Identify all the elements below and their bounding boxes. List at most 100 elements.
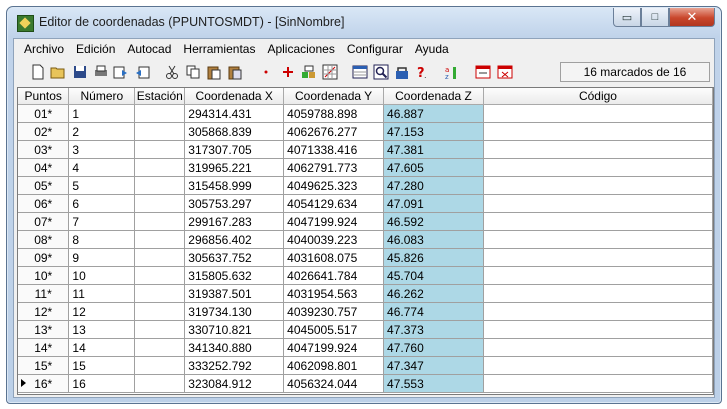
- table-row[interactable]: 02* 2 305868.839 4062676.277 47.153: [18, 122, 713, 141]
- coord-x-cell[interactable]: 319734.130: [184, 302, 285, 321]
- coord-z-cell[interactable]: 46.887: [383, 104, 484, 123]
- coord-x-cell[interactable]: 299167.283: [184, 212, 285, 231]
- estacion-cell[interactable]: [134, 158, 186, 177]
- codigo-cell[interactable]: [483, 122, 713, 141]
- coord-y-cell[interactable]: 4031608.075: [283, 248, 385, 267]
- row-header[interactable]: 02*: [18, 122, 70, 141]
- row-header[interactable]: 13*: [18, 320, 70, 339]
- estacion-cell[interactable]: [134, 104, 186, 123]
- print-icon[interactable]: [93, 64, 109, 80]
- codigo-cell[interactable]: [483, 104, 713, 123]
- coord-y-cell[interactable]: 4026641.784: [283, 266, 385, 285]
- import-icon[interactable]: [134, 64, 150, 80]
- numero-cell[interactable]: 15: [68, 356, 136, 375]
- unmark-icon[interactable]: [497, 64, 513, 80]
- zoom-icon[interactable]: [373, 64, 389, 80]
- header-estacion[interactable]: Estación: [134, 88, 186, 105]
- codigo-cell[interactable]: [483, 374, 713, 393]
- table-row[interactable]: 15* 15 333252.792 4062098.801 47.347: [18, 356, 713, 375]
- codigo-cell[interactable]: [483, 194, 713, 213]
- numero-cell[interactable]: 12: [68, 302, 136, 321]
- menu-ayuda[interactable]: Ayuda: [409, 39, 455, 59]
- codigo-cell[interactable]: [483, 176, 713, 195]
- codigo-cell[interactable]: [483, 266, 713, 285]
- coord-x-cell[interactable]: 333252.792: [184, 356, 285, 375]
- coord-z-cell[interactable]: 46.592: [383, 212, 484, 231]
- estacion-cell[interactable]: [134, 374, 186, 393]
- close-button[interactable]: ✕: [669, 8, 715, 27]
- paste-icon[interactable]: [206, 64, 222, 80]
- numero-cell[interactable]: 14: [68, 338, 136, 357]
- coord-y-cell[interactable]: 4062676.277: [283, 122, 385, 141]
- minimize-button[interactable]: ▭: [613, 8, 641, 27]
- coord-y-cell[interactable]: 4049625.323: [283, 176, 385, 195]
- numero-cell[interactable]: 4: [68, 158, 136, 177]
- coord-z-cell[interactable]: 46.774: [383, 302, 484, 321]
- paste-special-icon[interactable]: [227, 64, 243, 80]
- row-header[interactable]: 05*: [18, 176, 70, 195]
- coord-z-cell[interactable]: 47.760: [383, 338, 484, 357]
- table-row[interactable]: 14* 14 341340.880 4047199.924 47.760: [18, 338, 713, 357]
- point-icon[interactable]: [258, 64, 274, 80]
- table-row[interactable]: 13* 13 330710.821 4045005.517 47.373: [18, 320, 713, 339]
- numero-cell[interactable]: 10: [68, 266, 136, 285]
- row-header[interactable]: 11*: [18, 284, 70, 303]
- numero-cell[interactable]: 7: [68, 212, 136, 231]
- header-coordenada-y[interactable]: Coordenada Y: [283, 88, 385, 105]
- coord-y-cell[interactable]: 4045005.517: [283, 320, 385, 339]
- menu-autocad[interactable]: Autocad: [121, 39, 177, 59]
- estacion-cell[interactable]: [134, 248, 186, 267]
- estacion-cell[interactable]: [134, 338, 186, 357]
- header-coordenada-x[interactable]: Coordenada X: [184, 88, 285, 105]
- coord-z-cell[interactable]: 47.347: [383, 356, 484, 375]
- numero-cell[interactable]: 2: [68, 122, 136, 141]
- menu-edicion[interactable]: Edición: [70, 39, 121, 59]
- table-row[interactable]: 08* 8 296856.402 4040039.223 46.083: [18, 230, 713, 249]
- row-header[interactable]: 15*: [18, 356, 70, 375]
- row-header[interactable]: 06*: [18, 194, 70, 213]
- table-row[interactable]: 07* 7 299167.283 4047199.924 46.592: [18, 212, 713, 231]
- header-puntos[interactable]: Puntos: [18, 88, 70, 105]
- coord-x-cell[interactable]: 305637.752: [184, 248, 285, 267]
- table-row[interactable]: 03* 3 317307.705 4071338.416 47.381: [18, 140, 713, 159]
- row-header[interactable]: 01*: [18, 104, 70, 123]
- coord-x-cell[interactable]: 330710.821: [184, 320, 285, 339]
- table-row[interactable]: 09* 9 305637.752 4031608.075 45.826: [18, 248, 713, 267]
- codigo-cell[interactable]: [483, 230, 713, 249]
- coord-y-cell[interactable]: 4039230.757: [283, 302, 385, 321]
- numero-cell[interactable]: 9: [68, 248, 136, 267]
- coord-y-cell[interactable]: 4031954.563: [283, 284, 385, 303]
- estacion-cell[interactable]: [134, 122, 186, 141]
- row-header[interactable]: 03*: [18, 140, 70, 159]
- coord-y-cell[interactable]: 4056324.044: [283, 374, 385, 393]
- save-icon[interactable]: [72, 64, 88, 80]
- header-codigo[interactable]: Código: [483, 88, 713, 105]
- codigo-cell[interactable]: [483, 356, 713, 375]
- row-header[interactable]: 07*: [18, 212, 70, 231]
- coord-y-cell[interactable]: 4047199.924: [283, 338, 385, 357]
- coord-x-cell[interactable]: 317307.705: [184, 140, 285, 159]
- coord-z-cell[interactable]: 45.826: [383, 248, 484, 267]
- row-header[interactable]: 12*: [18, 302, 70, 321]
- grid-icon[interactable]: [322, 64, 338, 80]
- cut-icon[interactable]: [164, 64, 180, 80]
- menu-herramientas[interactable]: Herramientas: [177, 39, 261, 59]
- coord-x-cell[interactable]: 294314.431: [184, 104, 285, 123]
- numero-cell[interactable]: 3: [68, 140, 136, 159]
- open-folder-icon[interactable]: [50, 64, 66, 80]
- codigo-cell[interactable]: [483, 320, 713, 339]
- coord-z-cell[interactable]: 47.373: [383, 320, 484, 339]
- coord-y-cell[interactable]: 4059788.898: [283, 104, 385, 123]
- table-row[interactable]: 06* 6 305753.297 4054129.634 47.091: [18, 194, 713, 213]
- title-bar[interactable]: Editor de coordenadas (PPUNTOSMDT) - [Si…: [7, 7, 721, 37]
- coord-z-cell[interactable]: 47.091: [383, 194, 484, 213]
- maximize-button[interactable]: □: [641, 8, 669, 27]
- estacion-cell[interactable]: [134, 176, 186, 195]
- estacion-cell[interactable]: [134, 284, 186, 303]
- coord-x-cell[interactable]: 319387.501: [184, 284, 285, 303]
- codigo-cell[interactable]: [483, 158, 713, 177]
- menu-configurar[interactable]: Configurar: [341, 39, 409, 59]
- new-file-icon[interactable]: [30, 64, 46, 80]
- estacion-cell[interactable]: [134, 212, 186, 231]
- coord-y-cell[interactable]: 4062791.773: [283, 158, 385, 177]
